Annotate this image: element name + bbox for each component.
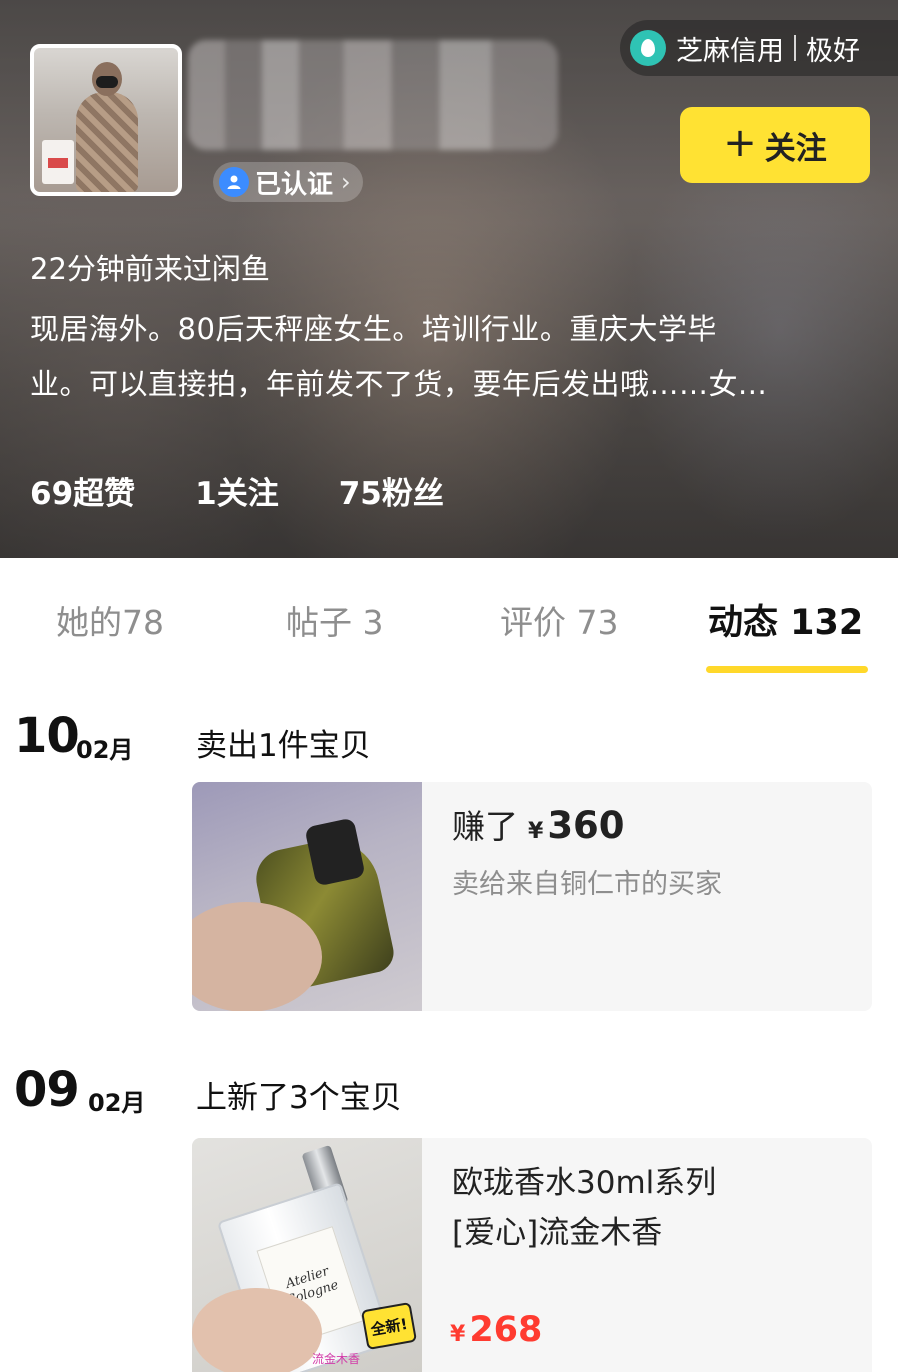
tab-reviews[interactable]: 评价 73: [500, 596, 618, 644]
chevron-right-icon: ›: [341, 168, 351, 196]
stats-row: 69超赞 1关注 75粉丝: [30, 468, 444, 513]
tab-activity[interactable]: 动态 132: [708, 594, 863, 645]
credit-divider: [794, 35, 796, 61]
buyer-location: 卖给来自铜仁市的买家: [452, 869, 722, 900]
sold-item-card[interactable]: 赚了 ¥ 360 卖给来自铜仁市的买家: [192, 782, 872, 1011]
verified-badge[interactable]: 已认证 ›: [213, 162, 363, 202]
plus-icon: +: [723, 120, 757, 166]
item-title-line-2: [爱心]流金木香: [452, 1215, 663, 1251]
currency-symbol: ¥: [450, 1322, 466, 1347]
hand-shape: [192, 1288, 322, 1372]
avatar[interactable]: [30, 44, 182, 196]
price-amount: 268: [469, 1310, 543, 1350]
bio-line-1: 现居海外。80后天秤座女生。培训行业。重庆大学毕: [30, 312, 717, 346]
currency-symbol: ¥: [528, 819, 544, 844]
stat-likes[interactable]: 69超赞: [30, 468, 135, 513]
tab-her-items[interactable]: 她的78: [56, 596, 164, 644]
profile-header: 已认证 › 芝麻信用 极好 + 关注 22分钟前来过闲鱼 现居海外。80后天秤座…: [0, 0, 898, 558]
verified-label: 已认证: [255, 169, 334, 200]
avatar-photo-body: [76, 92, 138, 192]
verified-user-icon: [219, 167, 249, 197]
zhima-credit-icon: [630, 30, 666, 66]
feed-date-day: 10: [14, 708, 80, 764]
feed-date-month: 02月: [88, 1089, 146, 1117]
earn-amount: 360: [547, 804, 625, 847]
new-sticker: 全新!: [360, 1301, 418, 1351]
feed-date-day: 09: [14, 1062, 80, 1118]
follow-label: 关注: [764, 130, 827, 167]
earned-amount: 赚了 ¥ 360: [452, 800, 625, 848]
bio-line-2: 业。可以直接拍，年前发不了货，要年后发出哦……女...: [30, 367, 768, 401]
feed-date-month: 02月: [76, 736, 134, 764]
avatar-photo-bag-stripe: [48, 158, 68, 168]
credit-value: 极好: [806, 35, 860, 67]
item-title-line-1: 欧珑香水30ml系列: [452, 1165, 717, 1201]
avatar-photo-mask: [96, 76, 118, 88]
credit-label: 芝麻信用: [676, 35, 784, 67]
username-blurred: [188, 40, 558, 150]
bio-text[interactable]: 现居海外。80后天秤座女生。培训行业。重庆大学毕 业。可以直接拍，年前发不了货，…: [30, 302, 870, 412]
last-seen-text: 22分钟前来过闲鱼: [30, 252, 270, 286]
item-title: 欧珑香水30ml系列 [爱心]流金木香: [452, 1158, 852, 1258]
follow-button[interactable]: + 关注: [680, 107, 870, 183]
feed-title: 卖出1件宝贝: [196, 728, 371, 764]
item-thumbnail: [192, 782, 422, 1011]
earn-label: 赚了: [452, 807, 518, 846]
active-tab-indicator: [706, 666, 868, 673]
stat-following[interactable]: 1关注: [195, 468, 279, 513]
credit-badge[interactable]: 芝麻信用 极好: [620, 20, 898, 76]
tab-bar: 她的78 帖子 3 评价 73 动态 132: [0, 558, 898, 680]
stat-fans[interactable]: 75粉丝: [339, 468, 444, 513]
item-price: ¥ 268: [450, 1310, 542, 1350]
thumbnail-caption: 流金木香: [312, 1352, 361, 1366]
feed-title: 上新了3个宝贝: [196, 1080, 402, 1116]
new-item-card[interactable]: Atelier Cologne 全新! 流金木香 欧珑香水30ml系列 [爱心]…: [192, 1138, 872, 1372]
tab-posts[interactable]: 帖子 3: [286, 596, 384, 644]
item-thumbnail: Atelier Cologne 全新! 流金木香: [192, 1138, 422, 1372]
